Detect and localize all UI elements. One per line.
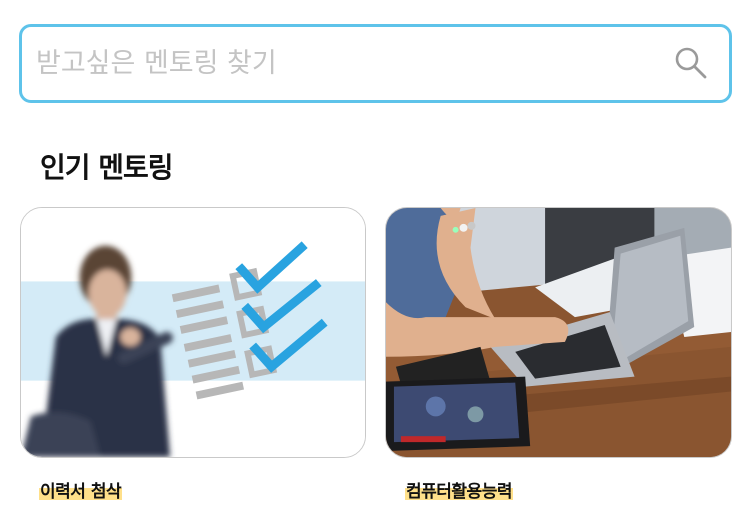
card-label-computer[interactable]: 컴퓨터활용능력 <box>405 477 513 502</box>
section-title: 인기 멘토링 <box>40 151 174 184</box>
search-box[interactable] <box>19 24 732 103</box>
resume-checklist-image <box>21 208 365 457</box>
mentoring-card-resume[interactable] <box>20 207 366 458</box>
laptop-tablet-image <box>386 208 731 457</box>
search-input[interactable] <box>36 27 656 100</box>
card-label-resume[interactable]: 이력서 첨삭 <box>39 477 123 502</box>
search-icon[interactable] <box>673 45 709 81</box>
mentoring-card-computer[interactable] <box>385 207 732 458</box>
